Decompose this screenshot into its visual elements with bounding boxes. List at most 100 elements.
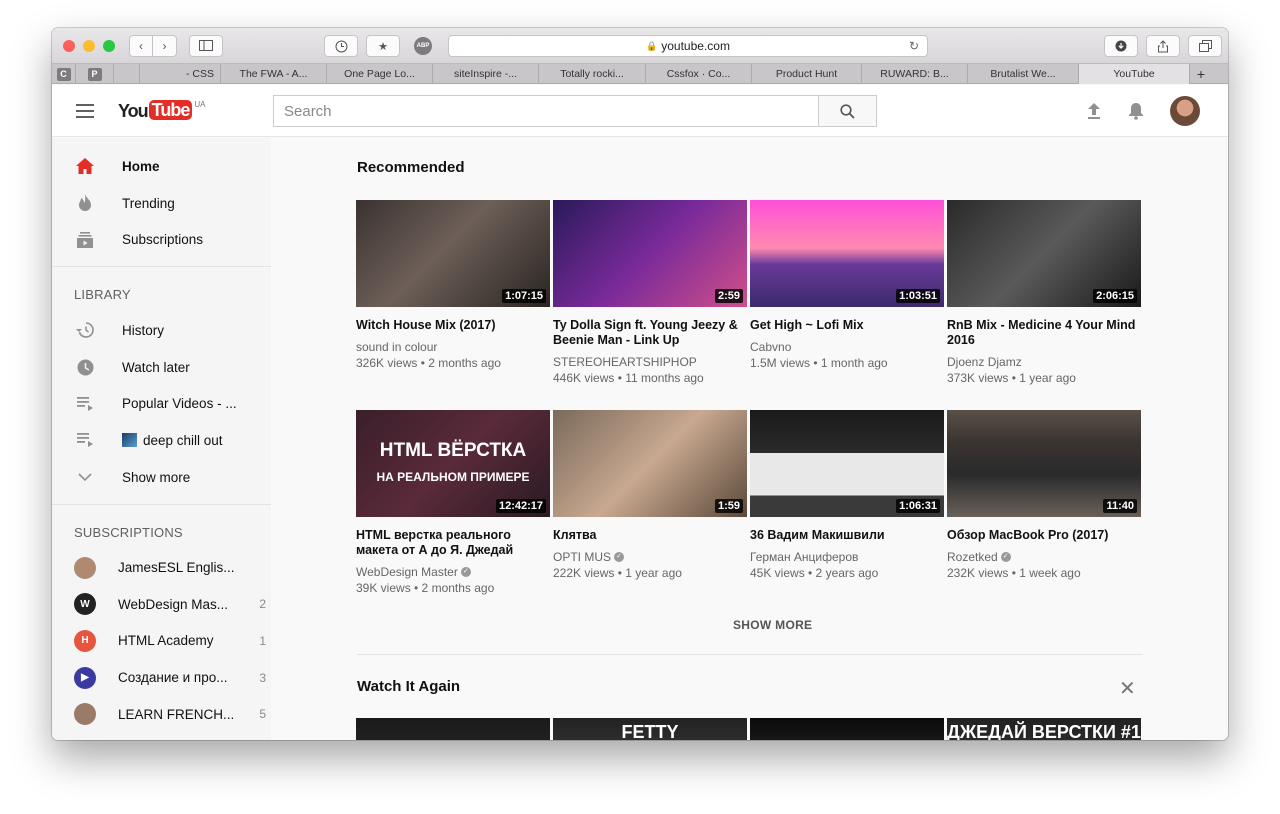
tab-brutalist[interactable]: Brutalist We... bbox=[968, 64, 1079, 84]
subscription-item[interactable]: JamesESL Englis... bbox=[52, 550, 271, 587]
sidebar-toggle-button[interactable] bbox=[189, 34, 223, 57]
sidebar-item-subscriptions[interactable]: Subscriptions bbox=[52, 221, 271, 258]
tab-totally[interactable]: Totally rocki... bbox=[539, 64, 646, 84]
video-thumbnail[interactable]: 1:59 bbox=[553, 410, 747, 517]
downloads-button[interactable] bbox=[1104, 35, 1138, 57]
video-channel[interactable]: STEREOHEARTSHIPHOP bbox=[553, 354, 697, 370]
tab-empty[interactable] bbox=[114, 64, 140, 84]
video-title[interactable]: Обзор MacBook Pro (2017) bbox=[947, 528, 1141, 543]
tabs-overview-button[interactable] bbox=[1188, 35, 1222, 57]
video-thumbnail[interactable]: 1:07:15 bbox=[356, 200, 550, 307]
sidebar-item-history[interactable]: History bbox=[52, 312, 271, 349]
back-button[interactable]: ‹ bbox=[129, 34, 153, 57]
upload-icon[interactable] bbox=[1086, 102, 1102, 120]
forward-button[interactable]: › bbox=[153, 34, 177, 57]
reload-icon[interactable]: ↻ bbox=[909, 39, 919, 53]
video-channel[interactable]: Rozetked bbox=[947, 549, 998, 565]
region-badge: UA bbox=[194, 99, 206, 109]
guide-sidebar: Home Trending Subscriptions LIBRARY Hist… bbox=[52, 138, 271, 740]
tab-css[interactable]: - CSS bbox=[140, 64, 221, 84]
video-thumbnail[interactable]: FETTY bbox=[553, 718, 747, 740]
new-tab-button[interactable]: + bbox=[1190, 64, 1212, 84]
playlist-icon bbox=[76, 395, 94, 413]
video-thumbnail[interactable]: 11:40 bbox=[947, 410, 1141, 517]
tab-cssfox[interactable]: Cssfox · Co... bbox=[646, 64, 752, 84]
thumbnail-subline: НА РЕАЛЬНОМ ПРИМЕРЕ bbox=[376, 470, 530, 484]
video-channel[interactable]: Cabvno bbox=[750, 339, 791, 355]
subscription-item[interactable]: ▶ Создание и про... 3 bbox=[52, 659, 271, 696]
sidebar-item-deep-chill-out[interactable]: deep chill out bbox=[52, 422, 271, 459]
zoom-window-button[interactable] bbox=[103, 39, 115, 52]
pinned-tab-p[interactable]: P bbox=[76, 64, 114, 84]
video-thumbnail[interactable]: 2:59 bbox=[553, 200, 747, 307]
video-channel[interactable]: Djoenz Djamz bbox=[947, 354, 1022, 370]
video-card[interactable]: 2:06:15 RnB Mix - Medicine 4 Your Mind 20… bbox=[947, 200, 1141, 410]
chevron-right-icon: › bbox=[162, 38, 167, 53]
adblock-extension-button[interactable]: ABP bbox=[414, 37, 432, 55]
video-title[interactable]: Get High ~ Lofi Mix bbox=[750, 318, 944, 333]
sidebar-item-trending[interactable]: Trending bbox=[52, 185, 271, 222]
search-input[interactable] bbox=[273, 95, 818, 127]
menu-icon[interactable] bbox=[76, 103, 94, 118]
sidebar-show-more[interactable]: Show more bbox=[52, 459, 271, 496]
video-card[interactable]: 1:03:51 Get High ~ Lofi Mix Cabvno 1.5M vie… bbox=[750, 200, 944, 410]
browser-toolbar: ‹ › ★ ABP 🔒 youtube.com ↻ bbox=[52, 28, 1228, 64]
video-title[interactable]: HTML верстка реального макета от А до Я.… bbox=[356, 528, 550, 558]
tab-ruward[interactable]: RUWARD: B... bbox=[862, 64, 968, 84]
clock-icon bbox=[335, 40, 347, 52]
video-thumbnail[interactable]: 1:03:51 bbox=[750, 200, 944, 307]
share-button[interactable] bbox=[1146, 35, 1180, 57]
video-card[interactable]: 11:40 Обзор MacBook Pro (2017) Rozetked ✓ 23… bbox=[947, 410, 1141, 610]
video-card[interactable]: 1:59 Клятва OPTI MUS ✓ 222K views • 1 year a… bbox=[553, 410, 747, 610]
video-title[interactable]: 36 Вадим Макишвили bbox=[750, 528, 944, 543]
sidebar-item-popular-videos[interactable]: Popular Videos - ... bbox=[52, 385, 271, 422]
bell-icon[interactable] bbox=[1128, 102, 1144, 120]
youtube-logo[interactable]: You Tube UA bbox=[118, 99, 206, 122]
tab-onepage[interactable]: One Page Lo... bbox=[327, 64, 433, 84]
video-card[interactable]: HTML ВЁРСТКА НА РЕАЛЬНОМ ПРИМЕРЕ 12:42:17 H… bbox=[356, 410, 550, 610]
video-thumbnail[interactable]: 1:06:31 bbox=[750, 410, 944, 517]
pinned-tab-c[interactable]: C bbox=[52, 64, 76, 84]
close-window-button[interactable] bbox=[63, 39, 75, 52]
recommended-heading: Recommended bbox=[357, 159, 465, 176]
close-icon[interactable]: ✕ bbox=[1119, 676, 1136, 701]
sidebar-item-label: History bbox=[122, 322, 165, 338]
video-channel[interactable]: OPTI MUS bbox=[553, 549, 611, 565]
subscription-item[interactable]: W WebDesign Mas... 2 bbox=[52, 586, 271, 623]
search-button[interactable] bbox=[818, 95, 877, 127]
minimize-window-button[interactable] bbox=[83, 39, 95, 52]
video-card[interactable]: 1:06:31 36 Вадим Макишвили Герман Анциферо… bbox=[750, 410, 944, 610]
video-stats: 1.5M views • 1 month ago bbox=[750, 356, 888, 370]
video-title[interactable]: Witch House Mix (2017) bbox=[356, 318, 550, 333]
tab-producthunt[interactable]: Product Hunt bbox=[752, 64, 862, 84]
avatar[interactable] bbox=[1170, 96, 1200, 126]
video-channel[interactable]: WebDesign Master bbox=[356, 564, 458, 580]
tab-youtube[interactable]: YouTube bbox=[1079, 64, 1190, 84]
tab-fwa[interactable]: The FWA - A... bbox=[221, 64, 327, 84]
bookmarks-button[interactable]: ★ bbox=[366, 35, 400, 57]
history-button[interactable] bbox=[324, 35, 358, 57]
subscription-item[interactable]: LEARN FRENCH... 5 bbox=[52, 696, 271, 733]
sidebar-item-home[interactable]: Home bbox=[52, 148, 271, 185]
subscription-item[interactable]: H HTML Academy 1 bbox=[52, 623, 271, 660]
verified-icon: ✓ bbox=[1000, 552, 1011, 562]
video-channel[interactable]: Герман Анциферов bbox=[750, 549, 858, 565]
address-bar[interactable]: 🔒 youtube.com ↻ bbox=[448, 35, 928, 57]
video-thumbnail[interactable] bbox=[750, 718, 944, 740]
video-title[interactable]: Ty Dolla Sign ft. Young Jeezy & Beenie M… bbox=[553, 318, 747, 348]
subscription-count: 3 bbox=[259, 670, 266, 685]
sidebar-item-watch-later[interactable]: Watch later bbox=[52, 349, 271, 386]
video-card[interactable]: 1:07:15 Witch House Mix (2017) sound in co… bbox=[356, 200, 550, 410]
video-channel[interactable]: sound in colour bbox=[356, 339, 437, 355]
video-thumbnail[interactable]: ДЖЕДАЙ ВЕРСТКИ #1 bbox=[947, 718, 1141, 740]
video-thumbnail[interactable]: HTML ВЁРСТКА НА РЕАЛЬНОМ ПРИМЕРЕ 12:42:17 bbox=[356, 410, 550, 517]
tab-label: - CSS bbox=[185, 68, 214, 80]
video-card[interactable]: 2:59 Ty Dolla Sign ft. Young Jeezy & Been… bbox=[553, 200, 747, 410]
video-title[interactable]: RnB Mix - Medicine 4 Your Mind 2016 bbox=[947, 318, 1141, 348]
video-thumbnail[interactable]: 2:06:15 bbox=[947, 200, 1141, 307]
video-title[interactable]: Клятва bbox=[553, 528, 747, 543]
tab-siteinspire[interactable]: siteInspire -... bbox=[433, 64, 539, 84]
video-thumbnail[interactable] bbox=[356, 718, 550, 740]
show-more-button[interactable]: SHOW MORE bbox=[733, 618, 812, 632]
subscription-item[interactable]: inInVision6 bbox=[52, 732, 271, 740]
